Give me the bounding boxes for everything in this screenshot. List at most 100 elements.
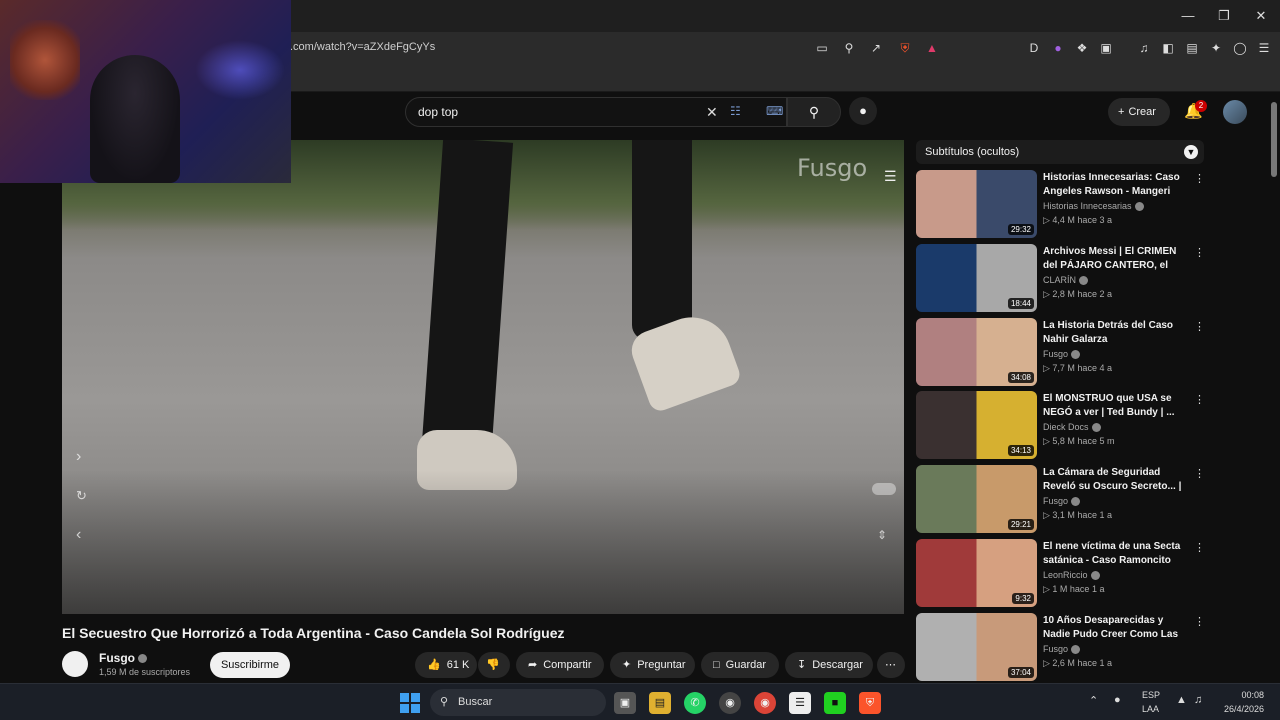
recommendation-title[interactable]: El nene víctima de una Secta satánica - … (1043, 540, 1183, 568)
like-button[interactable]: 👍 61 K (415, 652, 477, 678)
cast-icon[interactable]: ▭ (814, 40, 830, 56)
video-menu-icon[interactable]: ☰ (884, 168, 897, 185)
recommendation-title[interactable]: La Historia Detrás del Caso Nahir Galarz… (1043, 319, 1183, 347)
zoom-icon[interactable]: ⚲ (841, 40, 857, 56)
recommendation-item[interactable]: 18:44 Archivos Messi | El CRIMEN del PÁJA… (916, 244, 1216, 314)
recommendation-title[interactable]: 10 Años Desaparecidas y Nadie Pudo Creer… (1043, 614, 1183, 642)
voice-search-button[interactable]: ● (849, 97, 877, 125)
search-input[interactable]: dop top ✕ ☷ ⌨ (405, 97, 787, 127)
taskbar-clock[interactable]: 00:08 (1224, 690, 1264, 700)
recommendation-thumbnail[interactable]: 34:08 (916, 318, 1037, 386)
recommendation-item[interactable]: 29:21 La Cámara de Seguridad Reveló su Os… (916, 465, 1216, 535)
vpn-shield-icon[interactable]: ◯ (1232, 40, 1248, 56)
leo-ai-icon[interactable]: ✦ (1208, 40, 1224, 56)
extension-d-icon[interactable]: D (1026, 40, 1042, 56)
taskbar-search[interactable]: ⚲ Buscar (430, 689, 606, 716)
create-button[interactable]: + Crear (1108, 98, 1170, 126)
channel-avatar[interactable] (62, 651, 88, 677)
sidebar-toggle-icon[interactable]: ◧ (1160, 40, 1176, 56)
clear-search-icon[interactable]: ✕ (706, 104, 718, 121)
recommendation-item[interactable]: 37:04 10 Años Desaparecidas y Nadie Pudo … (916, 613, 1216, 683)
taskbar-date[interactable]: 26/4/2026 (1214, 704, 1264, 714)
keyboard-icon[interactable]: ⌨ (766, 104, 783, 118)
rewards-icon[interactable]: ▲ (924, 40, 940, 56)
dislike-button[interactable]: 👎 (478, 652, 510, 678)
scrollbar-thumb[interactable] (1271, 102, 1277, 177)
recommendation-channel[interactable]: CLARÍN (1043, 275, 1089, 286)
url-text[interactable]: .com/watch?v=aZXdeFgCyYs (290, 41, 435, 53)
share-page-icon[interactable]: ↗ (868, 40, 884, 56)
brave-icon[interactable]: ⛨ (859, 692, 881, 714)
recommendation-item[interactable]: 34:13 El MONSTRUO que USA se NEGÓ a ver |… (916, 391, 1216, 461)
close-window-icon[interactable]: ✕ (1249, 6, 1273, 26)
recommendation-more-icon[interactable]: ⋮ (1194, 246, 1205, 259)
recommendation-thumbnail[interactable]: 37:04 (916, 613, 1037, 681)
recommendation-channel[interactable]: Historias Innecesarias (1043, 201, 1144, 212)
green-app-icon[interactable]: ■ (824, 692, 846, 714)
start-button[interactable] (400, 693, 420, 713)
subtitles-chip[interactable]: Subtítulos (ocultos) ▼ (916, 140, 1204, 164)
maximize-icon[interactable]: ❐ (1212, 6, 1236, 26)
share-button[interactable]: ➦ Compartir (516, 652, 604, 678)
recommendation-title[interactable]: La Cámara de Seguridad Reveló su Oscuro … (1043, 466, 1183, 494)
recommendation-item[interactable]: 29:32 Historias Innecesarias: Caso Angele… (916, 170, 1216, 240)
recommendation-thumbnail[interactable]: 34:13 (916, 391, 1037, 459)
chrome-icon[interactable]: ◉ (754, 692, 776, 714)
recommendation-more-icon[interactable]: ⋮ (1194, 393, 1205, 406)
brave-shield-icon[interactable]: ⛨ (897, 40, 913, 56)
screenshot-icon[interactable]: ▣ (1098, 40, 1114, 56)
recommendation-more-icon[interactable]: ⋮ (1194, 467, 1205, 480)
language-indicator[interactable]: ESP (1142, 690, 1160, 700)
search-button[interactable]: ⚲ (787, 97, 841, 127)
recommendation-channel[interactable]: Dieck Docs (1043, 422, 1101, 433)
recommendation-more-icon[interactable]: ⋮ (1194, 615, 1205, 628)
chevron-down-icon[interactable]: ▼ (1184, 145, 1198, 159)
recommendation-channel[interactable]: Fusgo (1043, 496, 1081, 507)
browser-menu-icon[interactable]: ☰ (1256, 40, 1272, 56)
minimize-icon[interactable]: — (1176, 6, 1200, 26)
recommendation-more-icon[interactable]: ⋮ (1194, 320, 1205, 333)
chevron-left-icon[interactable]: ‹ (76, 526, 81, 544)
recommendation-title[interactable]: El MONSTRUO que USA se NEGÓ a ver | Ted … (1043, 392, 1183, 420)
recommendation-thumbnail[interactable]: 29:21 (916, 465, 1037, 533)
wallet-icon[interactable]: ▤ (1184, 40, 1200, 56)
recommendation-item[interactable]: 34:08 La Historia Detrás del Caso Nahir G… (916, 318, 1216, 388)
volume-icon[interactable]: ♫ (1194, 694, 1202, 706)
autoplay-toggle[interactable] (872, 483, 896, 495)
task-view-icon[interactable]: ▣ (614, 692, 636, 714)
recommendation-more-icon[interactable]: ⋮ (1194, 172, 1205, 185)
search-input-value[interactable]: dop top (418, 105, 458, 119)
music-icon[interactable]: ♫ (1136, 40, 1152, 56)
whatsapp-icon[interactable]: ✆ (684, 692, 706, 714)
tray-microphone-icon[interactable]: ● (1114, 694, 1121, 706)
tray-chevron-up-icon[interactable]: ⌃ (1089, 694, 1098, 707)
channel-name[interactable]: Fusgo (99, 651, 147, 665)
recommendation-channel[interactable]: LeonRiccio (1043, 570, 1100, 581)
recommendation-more-icon[interactable]: ⋮ (1194, 541, 1205, 554)
translate-icon[interactable]: ☷ (730, 104, 741, 118)
page-scrollbar[interactable] (1270, 95, 1278, 685)
recommendation-title[interactable]: Historias Innecesarias: Caso Angeles Raw… (1043, 171, 1183, 199)
recommendation-channel[interactable]: Fusgo (1043, 349, 1081, 360)
keyboard-layout-indicator[interactable]: LAA (1142, 704, 1159, 714)
account-avatar[interactable] (1223, 100, 1247, 124)
wifi-icon[interactable]: ▲ (1176, 694, 1187, 706)
capcut-icon[interactable]: ☰ (789, 692, 811, 714)
recommendation-thumbnail[interactable]: 18:44 (916, 244, 1037, 312)
recommendation-thumbnail[interactable]: 9:32 (916, 539, 1037, 607)
recommendation-channel[interactable]: Fusgo (1043, 644, 1081, 655)
ask-button[interactable]: ✦ Preguntar (610, 652, 695, 678)
file-explorer-icon[interactable]: ▤ (649, 692, 671, 714)
chevron-right-icon[interactable]: › (76, 448, 81, 466)
more-actions-button[interactable]: ⋯ (877, 652, 905, 678)
recommendation-item[interactable]: 9:32 El nene víctima de una Secta satánic… (916, 539, 1216, 609)
recommendation-thumbnail[interactable]: 29:32 (916, 170, 1037, 238)
extensions-puzzle-icon[interactable]: ❖ (1074, 40, 1090, 56)
save-button[interactable]: □ Guardar (701, 652, 779, 678)
video-player[interactable]: Fusgo ☰ › ↻ ‹ ⇕ (62, 140, 904, 614)
app-icon[interactable]: ◉ (719, 692, 741, 714)
expand-icon[interactable]: ⇕ (877, 528, 887, 542)
replay-icon[interactable]: ↻ (76, 488, 87, 504)
download-button[interactable]: ↧ Descargar (785, 652, 873, 678)
subscribe-button[interactable]: Suscribirme (210, 652, 290, 678)
